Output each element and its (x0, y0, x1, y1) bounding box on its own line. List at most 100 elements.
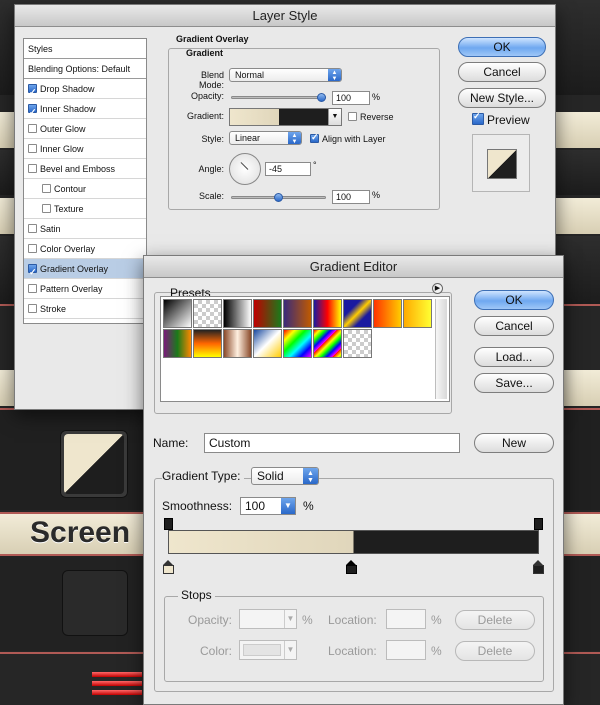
new-style-button[interactable]: New Style... (458, 88, 546, 108)
stop-opacity-field[interactable]: ▼ (239, 609, 297, 629)
opacity-stop-left[interactable] (164, 518, 173, 530)
delete-color-stop-button[interactable]: Delete (455, 641, 535, 661)
preset-swatch[interactable] (283, 299, 312, 328)
style-checkbox[interactable] (28, 224, 37, 233)
color-stop-mid[interactable] (346, 560, 357, 574)
preset-swatch-grid (163, 299, 433, 359)
style-checkbox[interactable] (42, 184, 51, 193)
preset-swatch[interactable] (163, 299, 192, 328)
gradient-cancel-button[interactable]: Cancel (474, 316, 554, 336)
gradient-preview-bar[interactable] (168, 530, 539, 554)
opacity-slider-track[interactable] (231, 96, 326, 99)
smoothness-label: Smoothness: (162, 499, 233, 513)
style-item-outer-glow[interactable]: Outer Glow (24, 119, 146, 139)
preset-swatch[interactable] (193, 299, 222, 328)
preset-swatch[interactable] (253, 299, 282, 328)
align-checkbox-box[interactable] (310, 132, 319, 143)
preset-swatch[interactable] (313, 299, 342, 328)
color-stop-right[interactable] (533, 560, 544, 574)
opacity-field[interactable]: 100 (332, 91, 370, 105)
style-checkbox[interactable] (28, 304, 37, 313)
scale-slider-thumb[interactable] (274, 193, 283, 202)
presets-menu-icon[interactable]: ▶ (432, 283, 443, 294)
style-item-pattern-overlay[interactable]: Pattern Overlay (24, 279, 146, 299)
style-item-stroke[interactable]: Stroke (24, 299, 146, 319)
opacity-stop-right[interactable] (534, 518, 543, 530)
preview-checkbox-box[interactable] (472, 111, 484, 125)
preset-swatch[interactable] (373, 299, 402, 328)
preset-swatch[interactable] (163, 329, 192, 358)
style-checkbox[interactable] (28, 244, 37, 253)
angle-dial[interactable] (229, 153, 261, 185)
preset-swatch[interactable] (313, 329, 342, 358)
style-item-bevel-and-emboss[interactable]: Bevel and Emboss (24, 159, 146, 179)
style-item-inner-glow[interactable]: Inner Glow (24, 139, 146, 159)
style-item-satin[interactable]: Satin (24, 219, 146, 239)
style-item-drop-shadow[interactable]: Drop Shadow (24, 79, 146, 102)
style-item-label: Inner Glow (40, 144, 84, 154)
style-item-texture[interactable]: Texture (24, 199, 146, 219)
styles-list: Styles Blending Options: Default Drop Sh… (23, 38, 147, 324)
preset-swatch[interactable] (223, 329, 252, 358)
dropdown-arrow-icon[interactable]: ▼ (284, 641, 296, 659)
delete-opacity-stop-button[interactable]: Delete (455, 610, 535, 630)
load-button[interactable]: Load... (474, 347, 554, 367)
presets-scrollbar[interactable] (435, 299, 447, 399)
blending-options[interactable]: Blending Options: Default (24, 59, 146, 79)
smoothness-value: 100 (245, 499, 266, 513)
style-checkbox[interactable] (28, 102, 37, 122)
preset-swatch[interactable] (193, 329, 222, 358)
preset-swatch[interactable] (403, 299, 432, 328)
bg-screen-text: Screen (30, 516, 131, 549)
color-stop-left[interactable] (163, 560, 174, 574)
gradient-picker-swatch[interactable] (230, 109, 328, 125)
layer-style-ok-button[interactable]: OK (458, 37, 546, 57)
align-with-layer-checkbox[interactable]: Align with Layer (310, 132, 386, 144)
name-field[interactable]: Custom (204, 433, 460, 453)
style-checkbox[interactable] (28, 144, 37, 153)
opacity-slider-thumb[interactable] (317, 93, 326, 102)
smoothness-field[interactable]: 100 ▼ (240, 497, 296, 515)
layer-style-cancel-button[interactable]: Cancel (458, 62, 546, 82)
new-button[interactable]: New (474, 433, 554, 453)
style-checkbox[interactable] (28, 124, 37, 133)
preset-swatch[interactable] (283, 329, 312, 358)
stop-color-location-field[interactable] (386, 640, 426, 660)
dropdown-arrow-icon[interactable]: ▼ (284, 610, 296, 628)
gradient-type-select[interactable]: Solid ▲ ▼ (251, 467, 319, 485)
style-item-color-overlay[interactable]: Color Overlay (24, 239, 146, 259)
style-item-contour[interactable]: Contour (24, 179, 146, 199)
angle-label: Angle: (198, 164, 224, 174)
style-checkbox[interactable] (28, 284, 37, 293)
preset-swatch[interactable] (343, 299, 372, 328)
style-checkbox[interactable] (28, 262, 37, 282)
stop-color-field[interactable]: ▼ (239, 640, 297, 660)
scale-field[interactable]: 100 (332, 190, 370, 204)
reverse-checkbox[interactable]: Reverse (348, 112, 394, 122)
style-item-gradient-overlay[interactable]: Gradient Overlay (24, 259, 146, 282)
gradient-type-value: Solid (257, 469, 284, 483)
preset-swatch[interactable] (223, 299, 252, 328)
preview-checkbox[interactable]: Preview (472, 111, 530, 127)
gradient-ok-button[interactable]: OK (474, 290, 554, 310)
blend-mode-select[interactable]: Normal ▲ ▼ (229, 68, 342, 82)
gradient-subtitle: Gradient (186, 48, 224, 58)
style-checkbox[interactable] (42, 204, 51, 213)
preset-swatch[interactable] (343, 329, 372, 358)
style-item-inner-shadow[interactable]: Inner Shadow (24, 99, 146, 122)
stop-opacity-location-field[interactable] (386, 609, 426, 629)
angle-field[interactable]: -45 (265, 162, 311, 176)
angle-dial-needle (240, 162, 249, 170)
gradient-picker[interactable]: ▼ (229, 108, 342, 126)
dropdown-arrow-icon[interactable]: ▼ (281, 498, 295, 514)
style-select[interactable]: Linear ▲ ▼ (229, 131, 302, 145)
style-checkbox[interactable] (28, 82, 37, 102)
dropdown-arrow-icon[interactable]: ▼ (328, 109, 341, 125)
preset-swatch[interactable] (253, 329, 282, 358)
reverse-checkbox-box[interactable] (348, 112, 357, 121)
styles-header[interactable]: Styles (24, 39, 146, 59)
save-button[interactable]: Save... (474, 373, 554, 393)
style-checkbox[interactable] (28, 164, 37, 173)
preview-box (472, 134, 530, 192)
style-item-label: Color Overlay (40, 244, 96, 254)
